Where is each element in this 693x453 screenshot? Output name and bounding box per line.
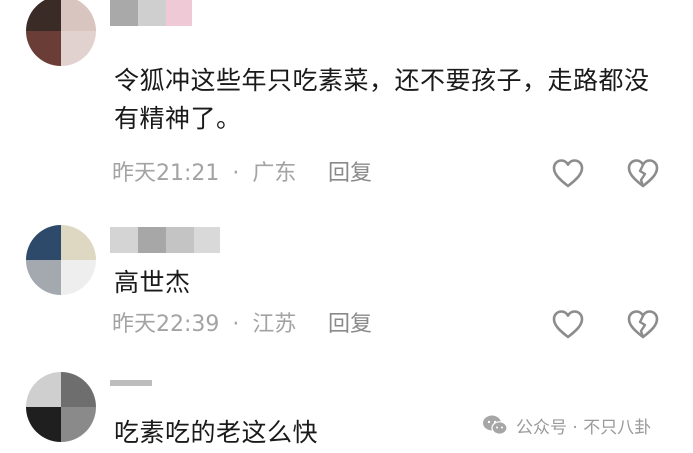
username-blurred[interactable] [110, 227, 220, 253]
heart-outline-icon[interactable] [551, 308, 585, 342]
meta-separator: · [232, 312, 240, 337]
broken-heart-icon[interactable] [626, 157, 660, 191]
comment-item-1: 令狐冲这些年只吃素菜，还不要孩子，走路都没有精神了。 昨天21:21 · 广东 … [0, 0, 693, 210]
comment-time: 昨天21:21 [112, 161, 220, 186]
avatar[interactable] [26, 0, 96, 66]
username-blurred[interactable] [110, 0, 192, 26]
comment-text: 高世杰 [114, 268, 191, 297]
wechat-logo-icon [483, 415, 508, 435]
username-blurred[interactable] [110, 380, 152, 386]
heart-outline-icon[interactable] [551, 157, 585, 191]
comment-location: 江苏 [252, 312, 297, 337]
reply-button[interactable]: 回复 [328, 310, 372, 340]
broken-heart-icon[interactable] [626, 308, 660, 342]
comment-item-3: 吃素吃的老这么快 [0, 360, 693, 453]
comment-meta: 昨天21:21 · 广东 [112, 159, 296, 189]
comment-meta: 昨天22:39 · 江苏 [112, 310, 296, 340]
watermark: 公众号 · 不只八卦 [482, 412, 651, 438]
comment-item-2: 高世杰 昨天22:39 · 江苏 回复 [0, 210, 693, 360]
comment-time: 昨天22:39 [112, 312, 220, 337]
avatar[interactable] [26, 225, 96, 295]
avatar[interactable] [26, 372, 96, 442]
comment-text: 令狐冲这些年只吃素菜，还不要孩子，走路都没有精神了。 [114, 66, 650, 133]
watermark-text: 公众号 · 不只八卦 [516, 417, 652, 438]
meta-separator: · [232, 161, 240, 186]
comment-location: 广东 [252, 161, 297, 186]
reply-button[interactable]: 回复 [328, 159, 372, 189]
